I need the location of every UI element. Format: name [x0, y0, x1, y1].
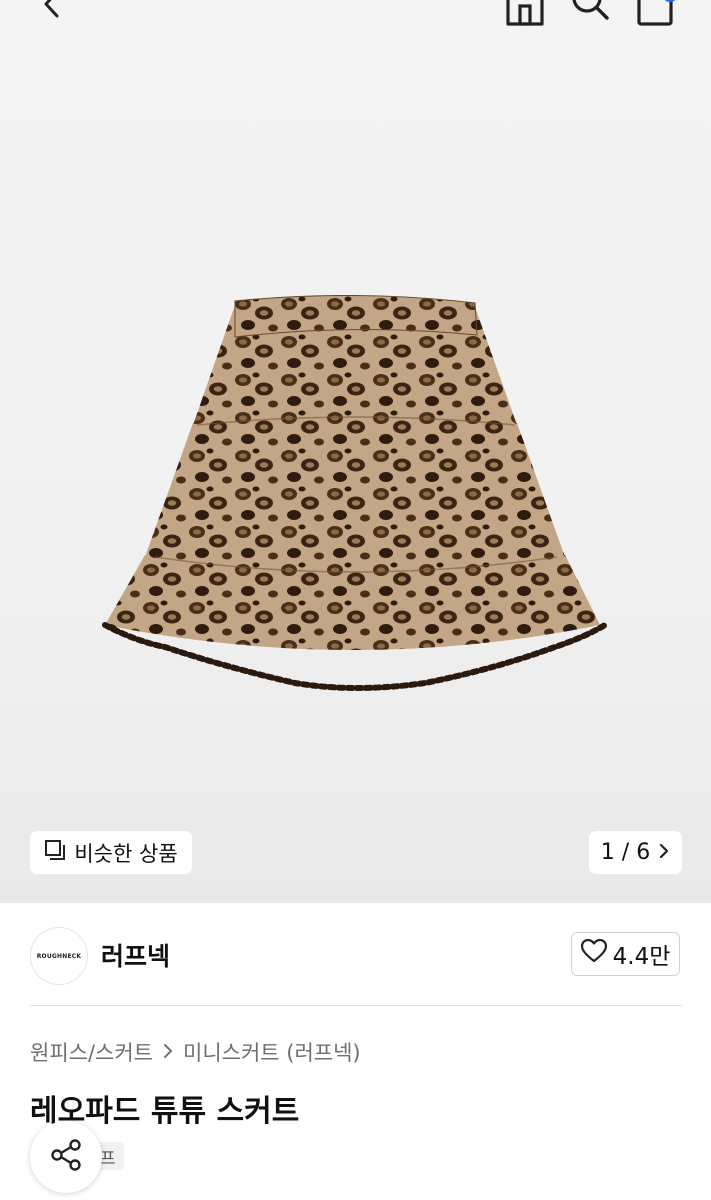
top-navigation-bar: [0, 0, 711, 30]
brand-row[interactable]: ROUGHNECK 러프넥 4.4만: [0, 903, 711, 1006]
chevron-right-icon: [163, 1040, 173, 1064]
image-counter-text: 1 / 6: [600, 840, 651, 865]
breadcrumb-category[interactable]: 원피스/스커트: [30, 1037, 153, 1067]
product-photo-leopard-skirt: [102, 295, 608, 691]
chevron-right-icon: [658, 840, 670, 865]
search-icon[interactable]: [570, 0, 612, 24]
brand-logo[interactable]: ROUGHNECK: [30, 927, 88, 985]
breadcrumb-subcategory[interactable]: 미니스커트 (러프넥): [183, 1037, 361, 1067]
like-count: 4.4만: [612, 944, 671, 970]
share-icon: [48, 1137, 84, 1177]
brand-logo-text: ROUGHNECK: [36, 952, 82, 960]
product-image-gallery[interactable]: 비슷한 상품 1 / 6: [0, 0, 711, 903]
like-button[interactable]: 4.4만: [571, 932, 680, 976]
similar-products-label: 비슷한 상품: [74, 841, 178, 866]
divider: [30, 1005, 682, 1006]
brand-name[interactable]: 러프넥: [101, 937, 170, 973]
image-counter[interactable]: 1 / 6: [589, 831, 682, 874]
heart-icon: [580, 938, 607, 969]
shopping-bag-icon[interactable]: [634, 0, 678, 26]
share-button[interactable]: [30, 1121, 102, 1193]
similar-products-button[interactable]: 비슷한 상품: [30, 831, 192, 874]
home-icon[interactable]: [503, 0, 547, 26]
copy-icon: [44, 839, 66, 866]
chevron-left-icon[interactable]: [38, 0, 68, 22]
breadcrumb: 원피스/스커트 미니스커트 (러프넥): [30, 1037, 361, 1067]
